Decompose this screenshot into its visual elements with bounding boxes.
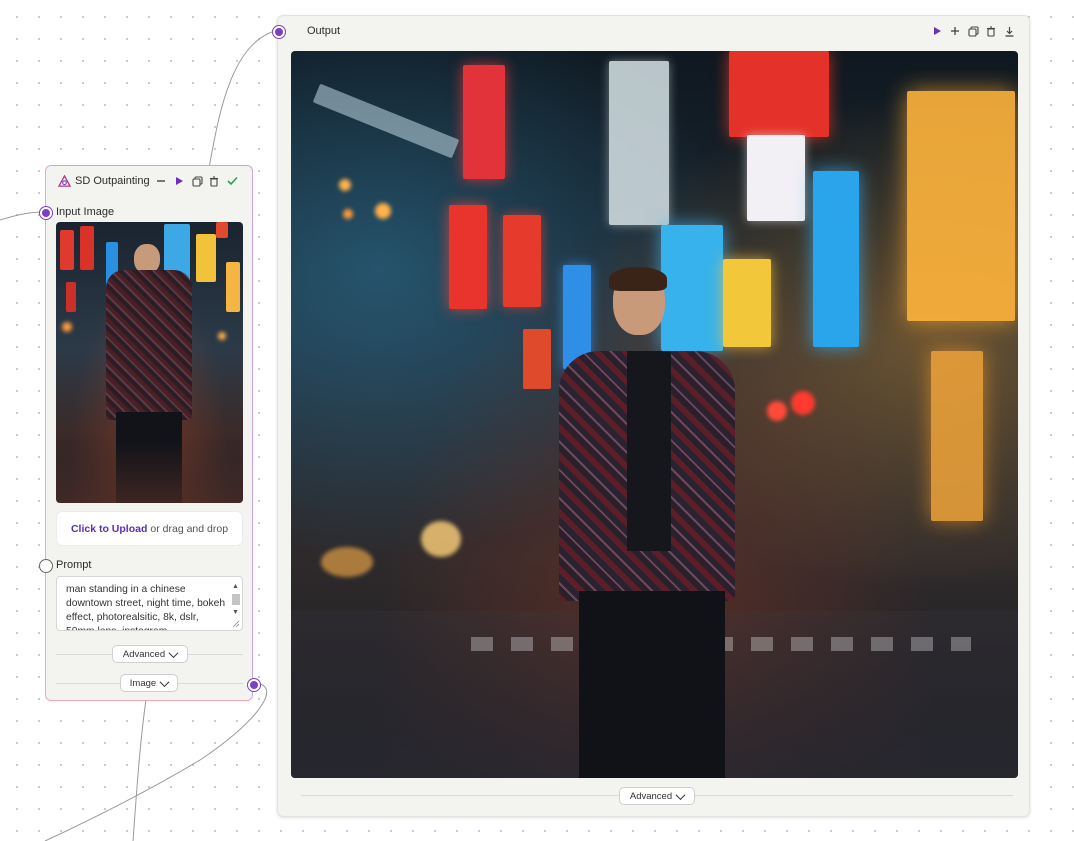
image-output-port[interactable] bbox=[248, 679, 260, 691]
plus-icon[interactable] bbox=[948, 24, 962, 38]
sd-outpainting-node[interactable]: SD Outpainting Input Image Click to Uplo… bbox=[40, 165, 260, 701]
logo-icon bbox=[58, 175, 71, 187]
resize-handle-icon[interactable] bbox=[232, 620, 240, 628]
check-icon[interactable] bbox=[225, 174, 239, 188]
advanced-toggle[interactable]: Advanced bbox=[619, 787, 695, 805]
chevron-down-icon bbox=[675, 789, 686, 800]
trash-icon[interactable] bbox=[984, 24, 998, 38]
advanced-toggle[interactable]: Advanced bbox=[112, 645, 188, 663]
prompt-port[interactable] bbox=[40, 560, 52, 572]
play-icon[interactable] bbox=[930, 24, 944, 38]
image-output-toggle[interactable]: Image bbox=[120, 674, 178, 692]
upload-dropzone[interactable]: Click to Upload or drag and drop bbox=[56, 511, 243, 546]
image-label: Image bbox=[129, 677, 157, 689]
output-title: Output bbox=[307, 25, 341, 37]
input-image-port[interactable] bbox=[40, 207, 52, 219]
input-image-label: Input Image bbox=[56, 206, 115, 218]
advanced-label: Advanced bbox=[629, 790, 673, 802]
prompt-label: Prompt bbox=[56, 559, 92, 571]
output-node[interactable]: Output Advanced bbox=[273, 15, 1030, 817]
node-title: SD Outpainting bbox=[75, 175, 150, 187]
copy-icon[interactable] bbox=[966, 24, 980, 38]
copy-icon[interactable] bbox=[190, 174, 204, 188]
download-icon[interactable] bbox=[1002, 24, 1016, 38]
trash-icon[interactable] bbox=[207, 174, 221, 188]
input-image-preview bbox=[56, 222, 243, 503]
output-image bbox=[291, 51, 1018, 778]
prompt-textarea[interactable]: man standing in a chinese downtown stree… bbox=[56, 576, 243, 631]
chevron-down-icon bbox=[168, 647, 179, 658]
prompt-text: man standing in a chinese downtown stree… bbox=[66, 584, 226, 630]
chevron-down-icon bbox=[159, 676, 170, 687]
node-header[interactable]: SD Outpainting bbox=[46, 166, 252, 198]
click-to-upload-link[interactable]: Click to Upload bbox=[71, 523, 147, 535]
play-icon[interactable] bbox=[172, 174, 186, 188]
advanced-label: Advanced bbox=[122, 648, 166, 660]
output-input-port[interactable] bbox=[273, 26, 285, 38]
upload-hint: or drag and drop bbox=[150, 522, 229, 535]
minus-icon[interactable] bbox=[154, 174, 168, 188]
